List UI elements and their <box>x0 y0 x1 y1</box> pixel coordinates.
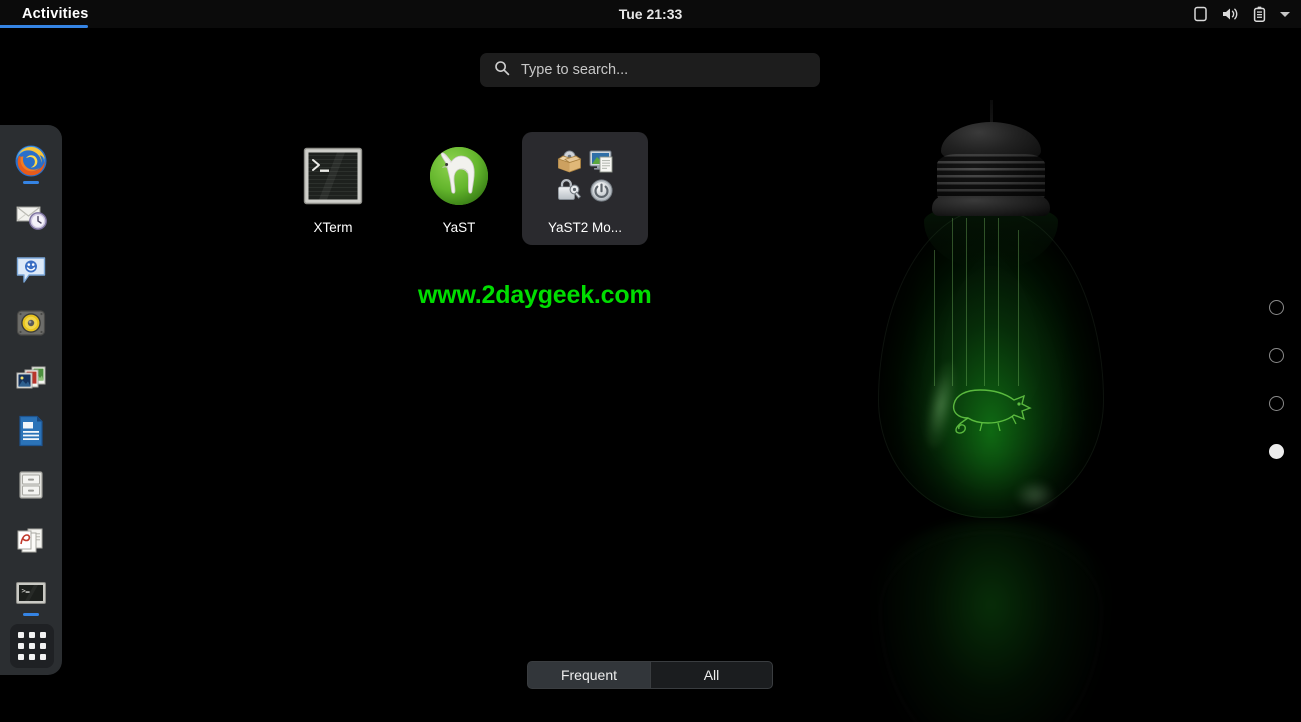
firefox-icon <box>15 145 47 177</box>
grid-dot <box>29 654 35 660</box>
bulb-screw-base <box>937 154 1045 202</box>
power-button-icon <box>586 177 616 204</box>
workspace-dot-1[interactable] <box>1269 300 1284 315</box>
dock-item-files[interactable] <box>7 461 55 509</box>
app-label: XTerm <box>313 220 353 235</box>
clock: Tue 21:33 <box>0 0 1301 28</box>
file-cabinet-icon <box>19 471 43 499</box>
volume-speaker-icon[interactable] <box>1221 6 1240 22</box>
grid-dot <box>18 654 24 660</box>
running-indicator <box>23 613 39 616</box>
app-folder-icon-container <box>553 144 617 208</box>
grid-dot <box>18 632 24 638</box>
application-grid: XTerm YaST YaST2 Mo... <box>270 132 690 245</box>
filament-wire <box>952 218 953 386</box>
package-install-icon <box>554 148 584 175</box>
dock-item-libreoffice-writer[interactable] <box>7 407 55 455</box>
activities-button[interactable]: Activities <box>10 0 100 28</box>
bulb-collar <box>932 196 1050 216</box>
show-applications-button[interactable] <box>10 624 54 668</box>
dock-item-shotwell[interactable] <box>7 353 55 401</box>
chat-bubble-icon <box>16 257 46 283</box>
filament-wire <box>1018 230 1019 386</box>
clock-label: Tue 21:33 <box>618 6 683 22</box>
grid-dot <box>29 643 35 649</box>
lock-key-icon <box>554 177 584 204</box>
speaker-icon <box>16 310 46 336</box>
grid-dot <box>40 654 46 660</box>
desktop-overview: Activities Tue 21:33 Type to search... >… <box>0 0 1301 722</box>
app-icon-container <box>301 144 365 208</box>
bulb-reflection-edge <box>880 532 1102 722</box>
grid-dot <box>40 643 46 649</box>
bulb-highlight-secondary <box>1014 480 1056 510</box>
top-bar: Activities Tue 21:33 <box>0 0 1301 28</box>
terminal-icon <box>303 147 363 205</box>
mail-clock-icon <box>16 206 47 230</box>
workspace-switcher <box>1269 300 1284 459</box>
terminal-icon: > <box>16 582 46 604</box>
filament-wire <box>998 218 999 386</box>
search-icon <box>494 60 510 81</box>
chameleon-filament-icon <box>952 389 1032 434</box>
workspace-dot-4[interactable] <box>1269 444 1284 459</box>
tab-all[interactable]: All <box>650 661 773 689</box>
dock-item-terminal[interactable]: > <box>7 569 55 617</box>
tab-frequent-label: Frequent <box>560 667 618 683</box>
app-item-yast2-modules[interactable]: YaST2 Mo... <box>522 132 648 245</box>
workspace-dot-3[interactable] <box>1269 396 1284 411</box>
dash-dock: > <box>0 125 62 675</box>
dock-item-evolution[interactable] <box>7 191 55 239</box>
chevron-down-icon[interactable] <box>1279 10 1291 19</box>
document-writer-icon <box>19 415 43 447</box>
app-item-yast[interactable]: YaST <box>396 132 522 245</box>
site-watermark: www.2daygeek.com <box>418 281 652 309</box>
bulb-glass-rim <box>878 208 1104 518</box>
dock-item-empathy[interactable] <box>7 245 55 293</box>
yast-chameleon-icon <box>430 147 488 205</box>
filament-wire <box>966 218 967 386</box>
app-icon-container <box>427 144 491 208</box>
search-placeholder: Type to search... <box>521 62 629 78</box>
monitor-document-icon <box>586 148 616 175</box>
activities-label: Activities <box>22 6 89 22</box>
dock-item-firefox[interactable] <box>7 137 55 185</box>
lightbulb-wallpaper-art <box>866 100 1116 722</box>
tab-all-label: All <box>703 667 720 683</box>
running-indicator <box>23 181 39 184</box>
tab-frequent[interactable]: Frequent <box>527 661 650 689</box>
view-selector: Frequent All <box>527 661 773 689</box>
app-label: YaST <box>442 220 476 235</box>
grid-dot <box>40 632 46 638</box>
filament-wire <box>984 218 985 386</box>
svg-text:>: > <box>22 587 26 595</box>
documents-stack-icon <box>17 528 43 553</box>
grid-dot <box>18 643 24 649</box>
workspace-dot-2[interactable] <box>1269 348 1284 363</box>
status-area[interactable] <box>1193 0 1291 28</box>
app-label: YaST2 Mo... <box>547 220 623 235</box>
search-input[interactable]: Type to search... <box>480 53 820 87</box>
photos-icon <box>16 366 46 389</box>
screen-display-icon[interactable] <box>1193 6 1208 22</box>
grid-dot <box>29 632 35 638</box>
dock-item-documents[interactable] <box>7 515 55 563</box>
folder-icon <box>554 148 616 204</box>
app-item-xterm[interactable]: XTerm <box>270 132 396 245</box>
filament-wire <box>934 250 935 386</box>
dock-item-rhythmbox[interactable] <box>7 299 55 347</box>
battery-icon[interactable] <box>1253 6 1266 23</box>
desktop-wallpaper <box>0 0 1301 722</box>
activities-active-indicator <box>0 25 88 28</box>
